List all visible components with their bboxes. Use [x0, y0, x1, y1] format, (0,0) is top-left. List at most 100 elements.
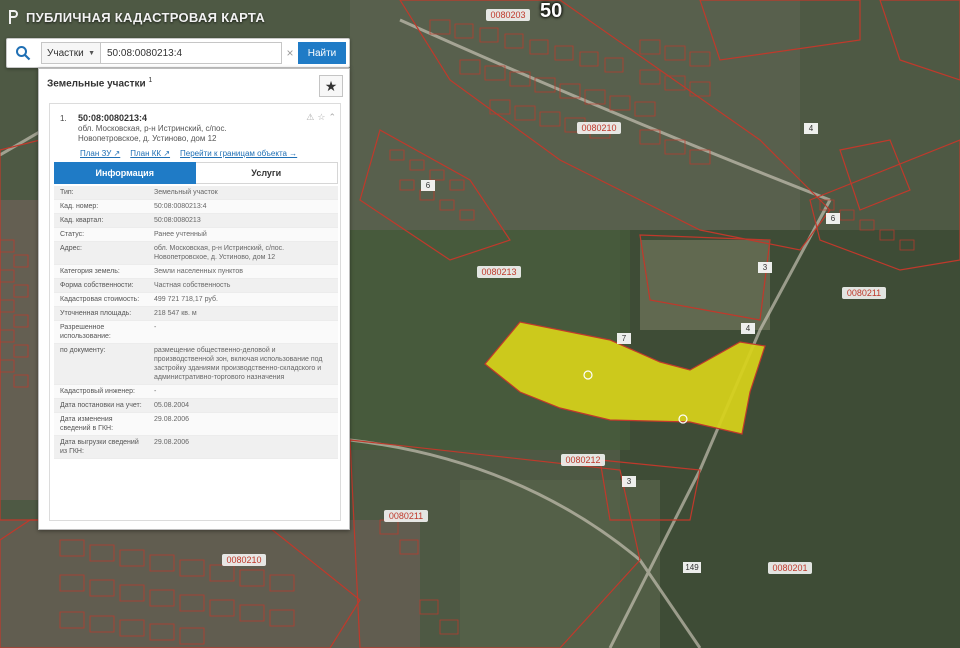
table-row: Кад. квартал: 50:08:0080213	[54, 214, 338, 228]
find-button[interactable]: Найти	[298, 42, 346, 64]
quarter-label[interactable]: 0080211	[384, 510, 428, 522]
svg-text:6: 6	[426, 181, 431, 190]
plan-zu-link[interactable]: План ЗУ ↗	[80, 149, 120, 158]
attribute-value: 50:08:0080213:4	[154, 203, 207, 210]
result-index: 1.	[60, 114, 67, 123]
table-row: Кадастровый инженер: -	[54, 385, 338, 399]
results-panel: Земельные участки 1 ★ 1. 50:08:0080213:4…	[38, 68, 350, 530]
search-input[interactable]	[101, 42, 282, 64]
star-icon: ★	[324, 77, 338, 94]
svg-text:3: 3	[763, 263, 768, 272]
svg-text:7: 7	[622, 334, 627, 343]
result-address: обл. Московская, р-н Истринский, с/пос. …	[78, 124, 227, 143]
warning-icon[interactable]: ⚠	[306, 112, 314, 123]
table-row: Форма собственности: Частная собственност…	[54, 279, 338, 293]
panel-title-text: Земельные участки	[47, 78, 146, 90]
search-bar: Участки ▼ × Найти	[6, 38, 350, 68]
attribute-key: Дата изменения сведений в ГКН:	[60, 416, 114, 432]
attribute-key: Статус:	[60, 231, 85, 238]
search-type-label: Участки	[47, 47, 84, 59]
favorite-star-button[interactable]: ★	[319, 75, 343, 97]
parcel-number[interactable]: 7	[617, 333, 631, 344]
clear-icon[interactable]: ×	[282, 46, 298, 60]
quarter-label[interactable]: 0080203	[486, 9, 530, 21]
result-card[interactable]: 1. 50:08:0080213:4 обл. Московская, р-н …	[49, 103, 341, 521]
svg-text:4: 4	[746, 324, 751, 333]
attribute-key: Категория земель:	[60, 268, 120, 275]
attribute-key: Дата постановки на учет:	[60, 402, 142, 409]
attribute-key: Кад. номер:	[60, 203, 99, 210]
attribute-value: 499 721 718,17 руб.	[154, 296, 218, 303]
search-icon[interactable]	[7, 39, 39, 67]
attribute-value: -	[154, 324, 157, 331]
attribute-key: Тип:	[60, 189, 74, 196]
search-type-select[interactable]: Участки ▼	[41, 42, 101, 64]
parcel-number[interactable]: 3	[758, 262, 772, 273]
boundaries-link[interactable]: Перейти к границам объекта →	[180, 149, 297, 158]
quarter-label[interactable]: 0080212	[561, 454, 605, 466]
table-row: Дата выгрузки сведений из ГКН: 29.08.2006	[54, 436, 338, 459]
card-links: План ЗУ ↗ План КК ↗ Перейти к границам о…	[80, 149, 297, 158]
table-row: Тип: Земельный участок	[54, 186, 338, 200]
attribute-key: Дата выгрузки сведений из ГКН:	[60, 439, 139, 455]
attribute-value: Ранее учтенный	[154, 231, 207, 238]
attribute-value: 29.08.2006	[154, 416, 190, 423]
attribute-key: Уточненная площадь:	[60, 310, 132, 317]
attribute-key: Кадастровая стоимость:	[60, 296, 140, 303]
table-row: Кад. номер: 50:08:0080213:4	[54, 200, 338, 214]
attribute-key: по документу:	[60, 347, 106, 354]
svg-text:0080211: 0080211	[389, 511, 423, 521]
attribute-value: обл. Московская, р-н Истринский, с/пос. …	[154, 245, 285, 261]
table-row: Разрешенное использование: -	[54, 321, 338, 344]
table-row: Дата постановки на учет: 05.08.2004	[54, 399, 338, 413]
svg-text:0080201: 0080201	[772, 563, 807, 573]
quarter-label[interactable]: 0080210	[577, 122, 621, 134]
svg-text:4: 4	[809, 124, 814, 133]
attribute-value: 218 547 кв. м	[154, 310, 197, 317]
table-row: Адрес: обл. Московская, р-н Истринский, с…	[54, 242, 338, 265]
quarter-label[interactable]: 0080201	[768, 562, 812, 574]
card-actions: ⚠ ☆ ⌃	[306, 112, 336, 123]
parcel-number[interactable]: 4	[804, 123, 818, 134]
tab-info[interactable]: Информация	[54, 162, 196, 184]
quarter-label[interactable]: 0080211	[842, 287, 886, 299]
app-title: ПУБЛИЧНАЯ КАДАСТРОВАЯ КАРТА	[26, 9, 266, 25]
attribute-value: 50:08:0080213	[154, 217, 201, 224]
parcel-number[interactable]: 6	[826, 213, 840, 224]
region-label: 50	[540, 0, 563, 22]
quarter-label[interactable]: 0080213	[477, 266, 521, 278]
plan-kk-link[interactable]: План КК ↗	[130, 149, 170, 158]
result-cadastral-number[interactable]: 50:08:0080213:4	[78, 113, 147, 123]
attribute-value: Земельный участок	[154, 189, 218, 196]
chevron-up-icon[interactable]: ⌃	[328, 112, 336, 123]
table-row: Кадастровая стоимость: 499 721 718,17 руб…	[54, 293, 338, 307]
parcel-number[interactable]: 149	[683, 562, 701, 573]
svg-text:0080211: 0080211	[847, 288, 881, 298]
parcel-number[interactable]: 6	[421, 180, 435, 191]
panel-title: Земельные участки 1	[47, 77, 152, 89]
svg-text:0080203: 0080203	[490, 10, 525, 20]
attribute-value: 05.08.2004	[154, 402, 190, 409]
star-outline-icon[interactable]: ☆	[317, 112, 325, 123]
svg-text:0080210: 0080210	[226, 555, 261, 565]
svg-text:0080212: 0080212	[565, 455, 600, 465]
attribute-key: Кадастровый инженер:	[60, 388, 135, 395]
table-row: Дата изменения сведений в ГКН: 29.08.2006	[54, 413, 338, 436]
tab-services[interactable]: Услуги	[195, 162, 338, 184]
parcel-number[interactable]: 3	[622, 476, 636, 487]
attribute-value: размещение общественно-деловой и произво…	[154, 347, 323, 381]
quarter-label[interactable]: 0080210	[222, 554, 266, 566]
attribute-key: Кад. квартал:	[60, 217, 104, 224]
parcel-number[interactable]: 4	[741, 323, 755, 334]
attribute-value: 29.08.2006	[154, 439, 190, 446]
logo-icon	[9, 10, 18, 24]
attribute-value: Земли населенных пунктов	[154, 268, 244, 275]
result-count: 1	[148, 77, 153, 84]
table-row: Категория земель: Земли населенных пункто…	[54, 265, 338, 279]
attribute-key: Разрешенное использование:	[60, 324, 111, 340]
attribute-key: Форма собственности:	[60, 282, 134, 289]
app-header: ПУБЛИЧНАЯ КАДАСТРОВАЯ КАРТА	[6, 6, 265, 28]
svg-text:0080213: 0080213	[481, 267, 516, 277]
svg-text:149: 149	[685, 563, 699, 572]
svg-text:0080210: 0080210	[581, 123, 616, 133]
